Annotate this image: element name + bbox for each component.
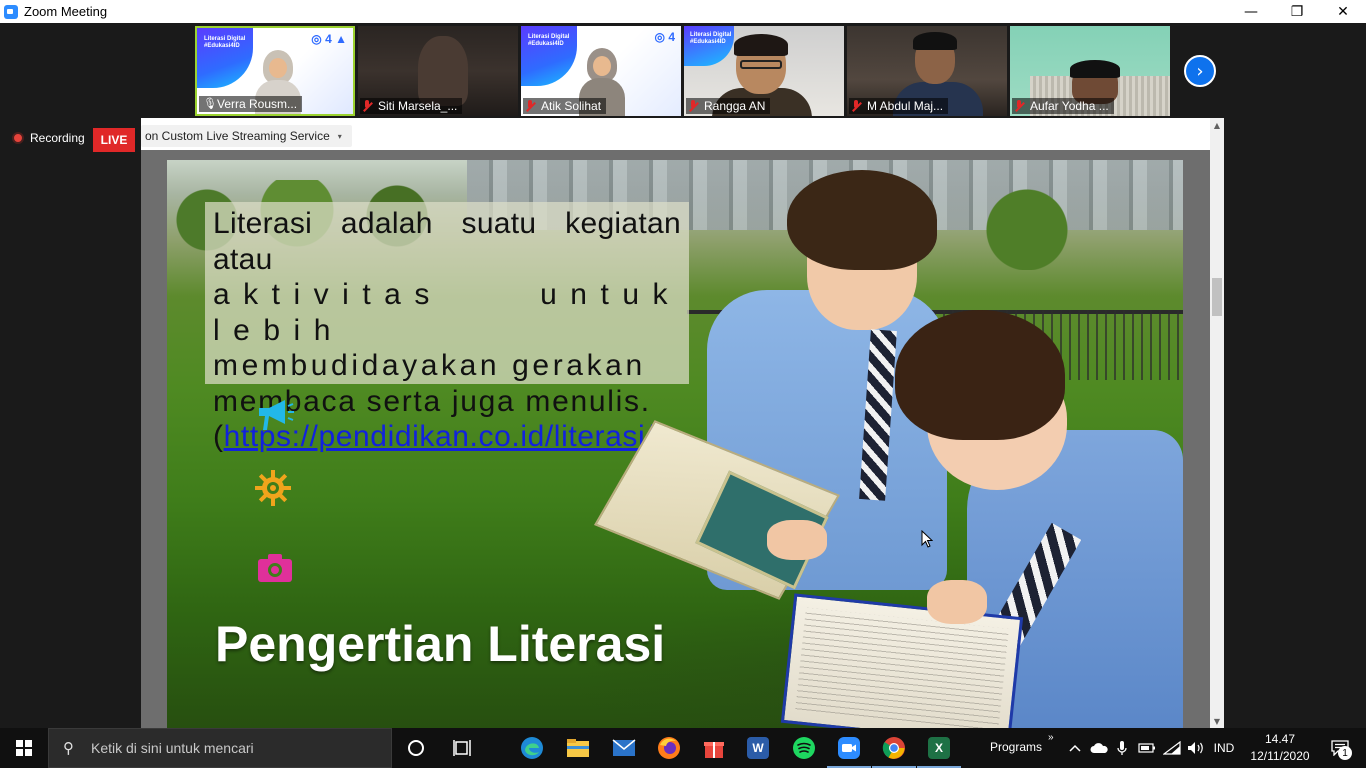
excel-icon[interactable]: X [917, 732, 961, 768]
zoom-app-icon [4, 4, 18, 19]
gift-icon[interactable] [698, 732, 730, 764]
system-clock[interactable]: 14.47 12/11/2020 [1244, 731, 1316, 765]
wifi-icon[interactable] [1162, 728, 1182, 768]
zoom-icon[interactable] [827, 732, 871, 768]
participant-name: Atik Solihat [523, 98, 607, 114]
participant-name: Aufar Yodha ... [1012, 98, 1114, 114]
recording-label: Recording [30, 131, 85, 145]
scroll-down-icon[interactable]: ▼ [1210, 714, 1224, 728]
thumb-slide-title: Literasi Digital #Edukasi4ID [528, 34, 570, 47]
task-view-icon[interactable] [447, 732, 479, 764]
notification-button[interactable]: 1 [1322, 728, 1358, 768]
start-button[interactable] [0, 728, 48, 768]
megaphone-icon [259, 400, 294, 430]
vertical-scrollbar[interactable]: ▲ ▼ [1210, 118, 1224, 728]
chrome-icon[interactable] [872, 732, 916, 768]
firefox-icon[interactable] [653, 732, 685, 764]
boy-hair [787, 170, 937, 270]
participant-tile[interactable]: Literasi Digital #Edukasi4ID ◎ 4 ▲ Verra… [195, 26, 355, 116]
clock-date: 12/11/2020 [1250, 749, 1310, 763]
participant-tile[interactable]: Literasi Digital #Edukasi4ID Rangga AN [684, 26, 844, 116]
restore-button[interactable]: ❐ [1274, 0, 1320, 23]
mic-muted-icon [1015, 100, 1023, 112]
thumb-logos: ◎ 4 ▲ [311, 32, 347, 46]
battery-icon[interactable] [1137, 728, 1157, 768]
scroll-up-icon[interactable]: ▲ [1210, 118, 1224, 132]
definition-box: Literasi adalah suatu kegiatan atau akti… [205, 202, 689, 453]
window-title: Zoom Meeting [24, 4, 108, 19]
open-book [780, 593, 1024, 728]
notification-count: 1 [1338, 746, 1352, 760]
microphone-icon[interactable] [1114, 728, 1130, 768]
cortana-icon[interactable] [400, 732, 432, 764]
shared-screen: on Custom Live Streaming Service ▾ Liter… [141, 118, 1210, 728]
volume-icon[interactable] [1186, 728, 1206, 768]
participant-tile[interactable]: Literasi Digital #Edukasi4ID ◎ 4 Atik So… [521, 26, 681, 116]
search-placeholder: Ketik di sini untuk mencari [91, 740, 254, 756]
participant-name: Rangga AN [686, 98, 771, 114]
definition-line: membudidayakan gerakan [213, 349, 646, 382]
file-explorer-icon[interactable] [562, 732, 594, 764]
mic-muted-icon [363, 100, 371, 112]
participant-strip: Literasi Digital #Edukasi4ID ◎ 4 ▲ Verra… [0, 23, 1366, 118]
chevron-down-icon: ▾ [337, 131, 342, 141]
window-controls: — ❐ ✕ [1228, 0, 1366, 23]
definition-line: aktivitas untuk lebih [213, 278, 681, 347]
show-hidden-icons[interactable] [1066, 728, 1084, 768]
live-badge[interactable]: LIVE [93, 128, 135, 152]
thumb-logos: ◎ 4 [654, 30, 675, 44]
thumb-slide-title: Literasi Digital #Edukasi4ID [204, 36, 246, 49]
thumb-slide-band: Literasi Digital #Edukasi4ID [684, 26, 734, 66]
thumb-slide-band: Literasi Digital #Edukasi4ID [521, 26, 577, 86]
minimize-button[interactable]: — [1228, 0, 1274, 23]
video-person [418, 36, 468, 106]
word-icon[interactable]: W [742, 732, 774, 764]
mail-icon[interactable] [608, 732, 640, 764]
gear-icon [255, 470, 291, 506]
search-icon: ⚲ [63, 739, 74, 757]
windows-icon [16, 740, 32, 756]
participant-tile[interactable]: Aufar Yodha ... [1010, 26, 1170, 116]
close-button[interactable]: ✕ [1320, 0, 1366, 23]
presentation-slide: Literasi adalah suatu kegiatan atau akti… [167, 160, 1183, 728]
record-icon [12, 132, 24, 144]
mic-muted-icon [526, 100, 534, 112]
live-stream-menu-label: on Custom Live Streaming Service [145, 129, 330, 143]
participant-tile[interactable]: M Abdul Maj... [847, 26, 1007, 116]
scrollbar-thumb[interactable] [1212, 278, 1222, 316]
thumb-slide-title: Literasi Digital #Edukasi4ID [690, 32, 732, 45]
participant-name: M Abdul Maj... [849, 98, 949, 114]
share-toolbar: on Custom Live Streaming Service ▾ [141, 118, 1210, 150]
definition-line: Literasi adalah suatu kegiatan atau [213, 207, 681, 276]
participant-tile[interactable]: Siti Marsela_... [358, 26, 518, 116]
onedrive-icon[interactable] [1089, 728, 1109, 768]
recording-indicator[interactable]: Recording [12, 131, 85, 145]
paren-open: ( [213, 420, 224, 453]
programs-label: Programs [990, 740, 1043, 754]
boy-hand [767, 520, 827, 560]
spotify-icon[interactable] [788, 732, 820, 764]
clock-time: 14.47 [1264, 732, 1296, 746]
edge-icon[interactable] [516, 732, 548, 764]
participant-name: Siti Marsela_... [360, 98, 463, 114]
camera-icon [258, 554, 292, 582]
next-participants-button[interactable]: › [1184, 55, 1216, 87]
mic-on-icon: 🎙 [203, 97, 217, 110]
live-stream-menu[interactable]: on Custom Live Streaming Service ▾ [141, 125, 352, 147]
title-bar: Zoom Meeting — ❐ ✕ [0, 0, 1366, 23]
programs-chevron-icon: » [1048, 732, 1054, 743]
mouse-cursor-icon [921, 530, 933, 548]
input-language[interactable]: IND [1210, 728, 1238, 768]
taskbar-search[interactable]: ⚲ Ketik di sini untuk mencari [48, 728, 392, 768]
programs-toolbar[interactable]: Programs » [990, 732, 1054, 754]
mic-muted-icon [852, 100, 860, 112]
taskbar: ⚲ Ketik di sini untuk mencari W X Progra… [0, 728, 1366, 768]
mic-muted-icon [689, 100, 697, 112]
slide-title: Pengertian Literasi [215, 616, 666, 672]
boy-hand [927, 580, 987, 624]
thumb-slide-band: Literasi Digital #Edukasi4ID [197, 28, 253, 88]
boy-hair [895, 310, 1065, 440]
